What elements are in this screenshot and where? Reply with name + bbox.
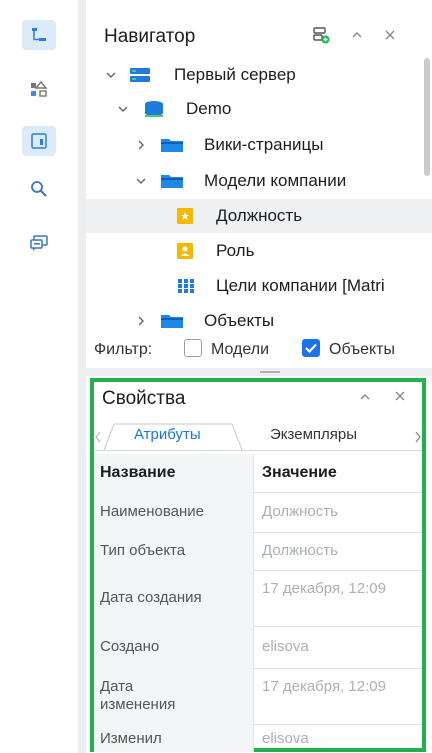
chevron-down-icon[interactable] [134,174,148,188]
tree-item-label: Роль [216,241,255,260]
row-name-cell: Создано [94,626,254,668]
row-name-cell: Изменил [94,724,254,752]
add-connection-icon[interactable] [312,26,330,44]
highlight-frame: Свойства Атрибуты Экземпляры Название Зн… [90,378,426,752]
tree-item-database[interactable]: Demo [86,92,432,126]
chevron-right-icon[interactable] [134,314,148,328]
filter-bar: Фильтр: Модели Объекты [86,334,432,366]
navigator-title: Навигатор [104,26,196,47]
row-name: Наименование [100,503,204,520]
row-value: elisova [262,638,309,655]
tree-item-label: Вики-страницы [204,135,324,154]
tree-item-label: Объекты [204,311,275,330]
models-checkbox-label: Модели [211,341,270,358]
row-value: 17 декабря, 12:09 [262,678,386,695]
table-row[interactable]: Изменил elisova [94,724,422,752]
tabs-scroll-right-icon[interactable] [414,430,422,444]
row-name: Дата создания [100,589,202,606]
collapse-panel-icon[interactable] [358,390,372,404]
navigator-header: Навигатор [86,14,432,52]
tree-item-folder[interactable]: Объекты [86,304,432,331]
comments-button[interactable] [22,228,56,258]
row-name: Тип объекта [100,542,186,559]
navigator-toggle-button[interactable] [22,20,56,50]
tree-scrollbar[interactable] [424,58,430,176]
properties-tabs: Атрибуты Экземпляры [94,422,422,451]
close-panel-icon[interactable] [394,390,406,402]
row-value: Должность [262,503,338,520]
properties-title: Свойства [102,388,186,409]
tree-item-folder[interactable]: Вики-страницы [86,128,432,162]
tree-item-label: Цели компании [Matri [216,276,385,295]
row-name-cell: Дата создания [94,570,254,626]
chevron-down-icon[interactable] [104,68,118,82]
position-model-icon [177,208,193,224]
objects-checkbox-label: Объекты [329,341,395,358]
tree-item-model[interactable]: Цели компании [Matri [86,269,432,303]
row-value: elisova [262,730,309,747]
chat-icon [30,235,48,251]
table-row[interactable]: Тип объекта Должность [94,532,422,571]
chevron-right-icon[interactable] [134,138,148,152]
panel-splitter[interactable] [86,368,432,376]
left-toolbar [0,0,80,753]
navigator-tree: Первый сервер Demo Вики-страницы Модели … [86,56,432,331]
tree-item-model[interactable]: Должность [86,199,432,233]
row-name-cell: Тип объекта [94,532,254,570]
tree-item-folder[interactable]: Модели компании [86,164,432,198]
row-value: 17 декабря, 12:09 [262,580,386,597]
search-button[interactable] [22,174,56,204]
objects-checkbox[interactable] [302,339,320,357]
navigator-panel: Навигатор Первый сервер Demo Вики-страни… [86,0,432,368]
chevron-down-icon[interactable] [116,102,130,116]
column-header-value: Значение [262,464,337,481]
row-name-cell: Дата изменения [94,668,254,724]
table-header: Название Значение [94,454,422,493]
splitter-grip[interactable] [260,371,280,373]
table-row[interactable]: Дата изменения 17 декабря, 12:09 [94,668,422,725]
checkmark-icon [305,343,317,354]
table-row[interactable]: Дата создания 17 декабря, 12:09 [94,570,422,627]
search-icon [31,181,47,197]
tree-item-label: Должность [216,206,303,225]
tab-attributes[interactable]: Атрибуты [134,426,201,443]
properties-toggle-button[interactable] [22,126,56,156]
collapse-panel-icon[interactable] [350,28,364,42]
role-model-icon [177,243,193,259]
row-value: Должность [262,542,338,559]
shapes-icon [31,80,48,97]
properties-panel: Свойства Атрибуты Экземпляры Название Зн… [86,376,432,753]
tree-item-label: Первый сервер [174,65,296,84]
tree-item-model[interactable]: Роль [86,234,432,268]
tab-instances[interactable]: Экземпляры [270,426,357,443]
row-name: Дата изменения [100,678,176,713]
palette-button[interactable] [22,74,56,104]
table-row[interactable]: Наименование Должность [94,492,422,533]
row-name-cell: Наименование [94,492,254,532]
folder-icon [161,175,183,188]
tree-item-server[interactable]: Первый сервер [86,58,432,92]
tree-item-label: Модели компании [204,171,347,190]
models-checkbox[interactable] [184,339,202,357]
rail-divider [78,0,86,753]
server-icon [130,68,150,82]
filter-label: Фильтр: [94,341,153,358]
tree-icon [32,28,46,41]
database-icon [145,101,163,117]
close-panel-icon[interactable] [384,29,396,41]
column-header-name: Название [100,464,176,481]
table-row[interactable]: Создано elisova [94,626,422,669]
folder-icon [161,315,183,328]
properties-header: Свойства [94,382,422,416]
folder-icon [161,139,183,152]
row-name: Изменил [100,730,162,747]
matrix-model-icon [178,279,194,293]
row-name: Создано [100,638,160,655]
tree-item-label: Demo [186,99,232,118]
document-icon [31,133,47,149]
tabs-scroll-left-icon[interactable] [94,430,102,444]
